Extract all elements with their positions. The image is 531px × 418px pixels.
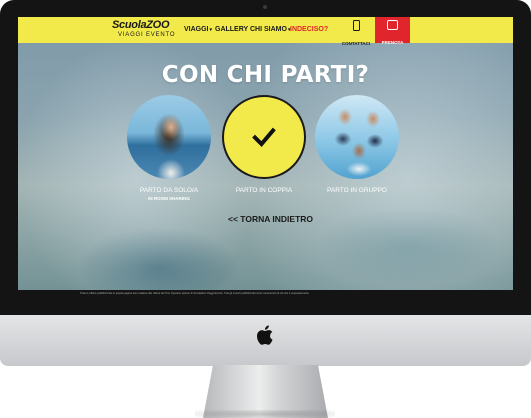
option-group[interactable]: PARTO IN GRUPPO	[307, 95, 407, 194]
nav-item-indeciso[interactable]: INDECISO?	[290, 26, 328, 33]
nav-item-label: INDECISO?	[290, 26, 329, 33]
chevron-down-icon: ▾	[209, 27, 213, 33]
top-navbar: ScuolaZOO VIAGGI EVENTO VIAGGI▾ GALLERY …	[18, 17, 513, 46]
nav-item-viaggi[interactable]: VIAGGI▾	[184, 26, 212, 33]
option-label: PARTO IN COPPIA	[235, 187, 293, 194]
contact-label: CONTATTACI	[341, 41, 371, 46]
nav-item-chi-siamo[interactable]: CHI SIAMO▾	[250, 26, 290, 33]
logo-tagline: VIAGGI EVENTO	[118, 32, 176, 38]
option-sublabel: IN ROOM SHARING	[148, 196, 190, 201]
page-title: CON CHI PARTI?	[161, 62, 370, 88]
option-solo[interactable]: PARTO DA SOLO/A IN ROOM SHARING	[119, 95, 219, 201]
check-icon	[252, 127, 276, 147]
nav-item-label: VIAGGI	[184, 26, 209, 33]
back-link[interactable]: << TORNA INDIETRO	[228, 214, 313, 224]
contact-button[interactable]: CONTATTACI	[340, 17, 372, 46]
apple-logo-icon	[257, 325, 273, 345]
option-label: PARTO DA SOLO/A	[139, 187, 199, 194]
site-logo[interactable]: ScuolaZOO VIAGGI EVENTO	[112, 19, 182, 41]
screen: ScuolaZOO VIAGGI EVENTO VIAGGI▾ GALLERY …	[18, 17, 513, 300]
footer-disclaimer: Tutte le offerte pubblicizzate in questa…	[80, 292, 309, 295]
book-label: PRENOTA	[381, 40, 404, 45]
book-button[interactable]: PRENOTA	[375, 17, 410, 45]
nav-item-gallery[interactable]: GALLERY	[215, 26, 248, 33]
group-photo	[315, 95, 399, 179]
stand-shadow	[195, 410, 335, 418]
phone-icon	[352, 20, 360, 31]
solo-traveler-photo	[127, 95, 211, 179]
couple-selected-circle	[222, 95, 306, 179]
logo-name: ScuolaZOO	[112, 19, 170, 31]
nav-item-label: GALLERY	[215, 26, 249, 33]
calendar-icon	[387, 20, 398, 30]
nav-item-label: CHI SIAMO	[250, 26, 287, 33]
camera-dot	[263, 5, 267, 9]
option-label: PARTO IN GRUPPO	[327, 187, 387, 194]
option-couple[interactable]: PARTO IN COPPIA	[214, 95, 314, 194]
footer-bar: Tutte le offerte pubblicizzate in questa…	[18, 290, 513, 300]
